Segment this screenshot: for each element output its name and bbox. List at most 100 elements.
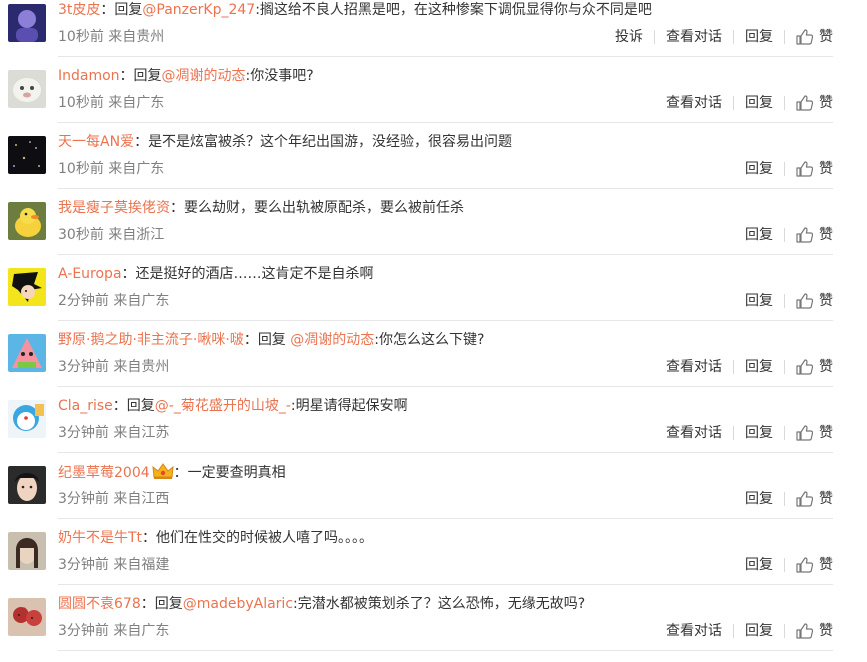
- reply-button[interactable]: 回复: [745, 159, 773, 179]
- like-label: 赞: [819, 161, 833, 177]
- avatar[interactable]: [8, 598, 46, 636]
- like-button[interactable]: 赞: [796, 291, 833, 311]
- comment-actions: 回复 赞: [745, 225, 833, 245]
- reply-button[interactable]: 回复: [745, 27, 773, 47]
- comment-actions: 查看对话 回复 赞: [666, 423, 833, 443]
- reply-button[interactable]: 回复: [745, 357, 773, 377]
- comment-time: 10秒前: [58, 29, 104, 45]
- avatar[interactable]: [8, 400, 46, 438]
- action-divider: [654, 30, 655, 44]
- view-conversation-button[interactable]: 查看对话: [666, 621, 722, 641]
- avatar[interactable]: [8, 334, 46, 372]
- view-conversation-button[interactable]: 查看对话: [666, 423, 722, 443]
- comment-username[interactable]: 圆圆不袁678: [58, 596, 141, 612]
- like-button[interactable]: 赞: [796, 621, 833, 641]
- comment-username[interactable]: 3t皮皮: [58, 2, 100, 18]
- comment-time: 10秒前: [58, 161, 104, 177]
- comment-location: 来自江苏: [113, 425, 170, 441]
- action-divider: [784, 162, 785, 176]
- reply-prefix: 回复: [133, 68, 162, 84]
- like-button[interactable]: 赞: [796, 555, 833, 575]
- report-button[interactable]: 投诉: [615, 27, 643, 47]
- view-conversation-button[interactable]: 查看对话: [666, 27, 722, 47]
- avatar[interactable]: [8, 70, 46, 108]
- like-button[interactable]: 赞: [796, 225, 833, 245]
- like-button[interactable]: 赞: [796, 93, 833, 113]
- comment-item: 3t皮皮：回复@PanzerKp_247:搁这给不良人招黑是吧，在这种惨案下调侃…: [0, 0, 858, 66]
- reply-button[interactable]: 回复: [745, 489, 773, 509]
- view-conversation-button[interactable]: 查看对话: [666, 93, 722, 113]
- mention-link[interactable]: @凋谢的动态: [162, 68, 246, 84]
- like-button[interactable]: 赞: [796, 159, 833, 179]
- action-divider: [784, 426, 785, 440]
- like-button[interactable]: 赞: [796, 357, 833, 377]
- comment-time: 3分钟前: [58, 623, 109, 639]
- action-divider: [733, 624, 734, 638]
- reply-button[interactable]: 回复: [745, 225, 773, 245]
- comment-item: 天一每AN爱：是不是炫富被杀？这个年纪出国游，没经验，很容易出问题 10秒前 来…: [0, 132, 858, 198]
- comment-item: 圆圆不袁678：回复@madebyAlaric:完潜水都被策划杀了？这么恐怖，无…: [0, 594, 858, 660]
- action-divider: [784, 294, 785, 308]
- comment-time: 30秒前: [58, 227, 104, 243]
- row-divider: [58, 254, 833, 255]
- mention-link[interactable]: @madebyAlaric: [183, 596, 293, 612]
- like-button[interactable]: 赞: [796, 27, 833, 47]
- like-button[interactable]: 赞: [796, 423, 833, 443]
- mention-link[interactable]: @-_菊花盛开的山坡_-: [155, 398, 291, 414]
- comment-actions: 回复 赞: [745, 489, 833, 509]
- like-label: 赞: [819, 227, 833, 243]
- avatar[interactable]: [8, 202, 46, 240]
- comment-text: 要么劫财，要么出轨被原配杀，要么被前任杀: [184, 200, 464, 216]
- like-button[interactable]: 赞: [796, 489, 833, 509]
- action-divider: [733, 360, 734, 374]
- comment-item: 纪墨草莓2004 ：一定要查明真相 3分钟前 来自江西 回复 赞: [0, 462, 858, 528]
- thumbs-up-icon: [796, 29, 813, 45]
- reply-prefix: 回复: [257, 332, 291, 348]
- action-divider: [784, 624, 785, 638]
- comment-username[interactable]: 奶牛不是牛Tt: [58, 530, 142, 546]
- comment-colon: ：: [100, 2, 115, 18]
- avatar[interactable]: [8, 4, 46, 42]
- reply-button[interactable]: 回复: [745, 93, 773, 113]
- comment-actions: 回复 赞: [745, 291, 833, 311]
- like-label: 赞: [819, 29, 833, 45]
- action-divider: [784, 492, 785, 506]
- like-label: 赞: [819, 95, 833, 111]
- comment-actions: 查看对话 回复 赞: [666, 621, 833, 641]
- avatar[interactable]: [8, 136, 46, 174]
- comment-colon: ：: [170, 200, 184, 216]
- comment-actions: 回复 赞: [745, 555, 833, 575]
- comment-username[interactable]: 天一每AN爱: [58, 134, 134, 150]
- comment-username[interactable]: Cla_rise: [58, 398, 113, 414]
- mention-link[interactable]: @凋谢的动态: [290, 332, 374, 348]
- comment-username[interactable]: 我是瘦子莫挨佬资: [58, 200, 170, 216]
- comment-colon: ：: [142, 530, 157, 546]
- avatar[interactable]: [8, 268, 46, 306]
- comment-colon: ：: [140, 596, 155, 612]
- comment-username[interactable]: 纪墨草莓2004: [58, 465, 150, 481]
- avatar[interactable]: [8, 532, 46, 570]
- comment-username[interactable]: 野原·鹅之助·非主流子·啾咪·啵: [58, 332, 244, 348]
- thumbs-up-icon: [796, 359, 813, 375]
- reply-button[interactable]: 回复: [745, 621, 773, 641]
- thumbs-up-icon: [796, 95, 813, 111]
- comment-username[interactable]: Indamon: [58, 68, 120, 84]
- view-conversation-button[interactable]: 查看对话: [666, 357, 722, 377]
- avatar[interactable]: [8, 466, 46, 504]
- comment-time: 3分钟前: [58, 359, 109, 375]
- comment-colon: ：: [119, 68, 134, 84]
- comment-item: Cla_rise：回复@-_菊花盛开的山坡_-:明星请得起保安啊 3分钟前 来自…: [0, 396, 858, 462]
- comment-location: 来自广东: [108, 95, 165, 111]
- reply-button[interactable]: 回复: [745, 423, 773, 443]
- reply-button[interactable]: 回复: [745, 291, 773, 311]
- thumbs-up-icon: [796, 161, 813, 177]
- mention-link[interactable]: @PanzerKp_247: [142, 2, 255, 18]
- reply-prefix: 回复: [114, 2, 143, 18]
- reply-prefix: 回复: [126, 398, 155, 414]
- thumbs-up-icon: [796, 293, 813, 309]
- row-divider: [58, 122, 833, 123]
- comment-username[interactable]: A-Europa: [58, 266, 122, 282]
- comment-colon: ：: [243, 332, 258, 348]
- reply-button[interactable]: 回复: [745, 555, 773, 575]
- comment-location: 来自广东: [113, 623, 170, 639]
